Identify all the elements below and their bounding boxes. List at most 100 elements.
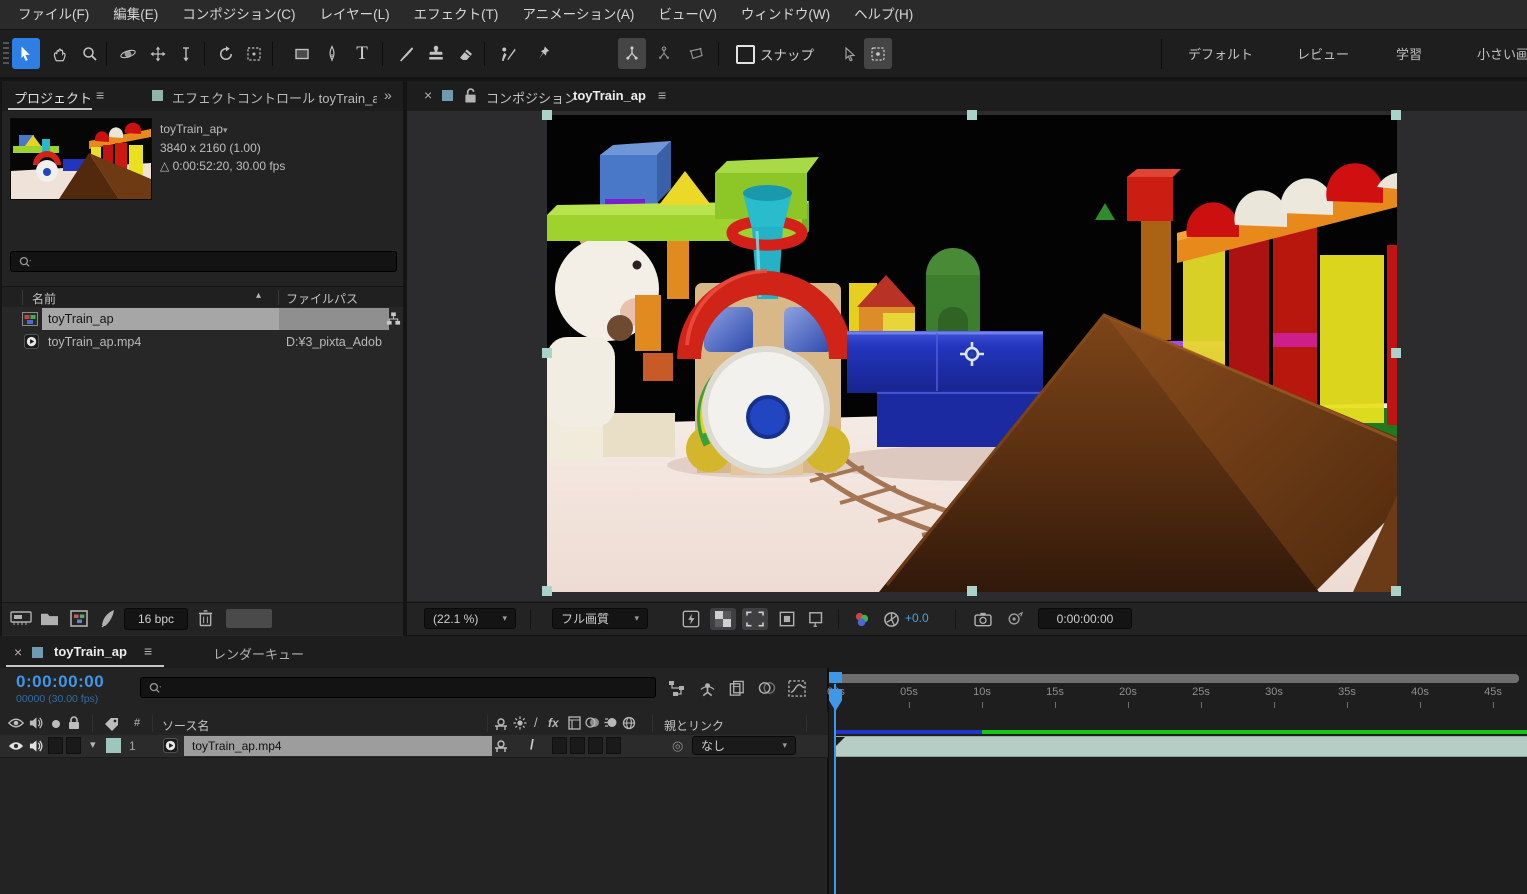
project-search-box[interactable] <box>10 251 397 272</box>
motion-blur-column-icon[interactable] <box>604 716 618 729</box>
eraser-tool[interactable] <box>452 38 480 69</box>
selection-handle[interactable] <box>1391 110 1401 120</box>
magnification-dropdown[interactable]: (22.1 %) ▾ <box>424 608 516 629</box>
column-parent-link[interactable]: 親とリンク <box>664 717 724 734</box>
layer-shy-toggle[interactable] <box>494 738 508 753</box>
menu-animation[interactable]: アニメーション(A) <box>510 0 646 30</box>
resolution-dropdown[interactable]: フル画質 ▾ <box>552 608 648 629</box>
3d-layer-column-icon[interactable] <box>622 716 636 730</box>
snapshot-button[interactable] <box>970 608 996 630</box>
clone-stamp-tool[interactable] <box>422 38 450 69</box>
draft-3d-button[interactable] <box>694 677 720 699</box>
layer-duration-bar[interactable] <box>836 736 1527 757</box>
type-tool[interactable]: T <box>348 38 376 69</box>
menu-file[interactable]: ファイル(F) <box>6 0 101 30</box>
layer-solo-toggle[interactable] <box>48 737 63 754</box>
mask-visibility-button[interactable] <box>774 608 800 630</box>
parent-dropdown[interactable]: なし ▾ <box>692 736 796 755</box>
guides-grid-options-button[interactable] <box>804 608 830 630</box>
comp-tab-name[interactable]: toyTrain_ap <box>573 88 646 103</box>
column-filepath[interactable]: ファイルパス <box>286 290 358 307</box>
shy-icon[interactable] <box>494 716 508 731</box>
sort-ascending-icon[interactable]: ▴ <box>256 290 261 301</box>
layer-motion-blur-toggle[interactable] <box>588 737 603 754</box>
layer-quality-toggle[interactable]: / <box>530 736 534 752</box>
playhead-line[interactable] <box>834 684 836 894</box>
brush-tool[interactable] <box>392 38 420 69</box>
snap-label[interactable]: スナップ <box>760 44 814 64</box>
selection-handle[interactable] <box>542 348 552 358</box>
timeline-tab-close-icon[interactable]: × <box>14 644 22 660</box>
flowchart-icon[interactable] <box>386 311 401 327</box>
audio-icon[interactable] <box>29 716 43 730</box>
comp-tab-close-icon[interactable]: × <box>424 87 432 103</box>
menu-composition[interactable]: コンポジション(C) <box>170 0 307 30</box>
tab-timeline-comp[interactable]: toyTrain_ap <box>54 644 127 659</box>
layer-row[interactable]: ▾ 1 toyTrain_ap.mp4 / ◎ なし ▾ <box>0 735 828 758</box>
comp-tab-label[interactable]: コンポジション <box>486 88 577 107</box>
project-footer-button[interactable] <box>226 609 272 628</box>
fast-preview-button[interactable] <box>678 608 704 630</box>
comp-mini-flowchart-button[interactable] <box>664 677 690 699</box>
selection-tool[interactable] <box>12 38 40 69</box>
tab-effect-controls[interactable]: エフェクトコントロール toyTrain_ap. <box>172 88 377 107</box>
column-source-name[interactable]: ソース名 <box>162 717 209 734</box>
project-search-input[interactable] <box>45 253 394 270</box>
layer-label-color[interactable] <box>106 738 121 753</box>
workspace-tab-small-screen[interactable]: 小さい画 <box>1477 44 1527 63</box>
gpu-info-icon[interactable] <box>10 611 34 627</box>
tab-render-queue[interactable]: レンダーキュー <box>213 644 304 663</box>
menu-window[interactable]: ウィンドウ(W) <box>729 0 842 30</box>
preview-time-display[interactable]: 0:00:00:00 <box>1038 608 1132 629</box>
project-panel-menu-icon[interactable]: ≡ <box>96 87 104 103</box>
region-of-interest-button[interactable] <box>742 608 768 630</box>
timeline-track-area[interactable] <box>829 668 1527 894</box>
new-folder-icon[interactable] <box>40 610 59 627</box>
selection-handle[interactable] <box>967 586 977 596</box>
layer-number-column-icon[interactable]: # <box>134 717 140 729</box>
puppet-advanced-pin[interactable] <box>650 38 678 69</box>
snap-checkbox[interactable] <box>736 45 755 64</box>
comp-panel-menu-icon[interactable]: ≡ <box>658 87 666 103</box>
layer-lock-toggle[interactable] <box>66 737 81 754</box>
camera-tool[interactable] <box>240 38 268 69</box>
graph-editor-button[interactable] <box>784 677 810 699</box>
transparency-grid-button[interactable] <box>710 608 736 630</box>
zoom-tool[interactable] <box>76 38 104 69</box>
shared-view-tool[interactable] <box>836 38 864 69</box>
anchor-point-icon[interactable] <box>959 341 985 367</box>
puppet-position-pin[interactable] <box>618 38 646 69</box>
pan-camera-tool[interactable] <box>144 38 172 69</box>
lock-icon[interactable] <box>68 716 80 730</box>
column-name[interactable]: 名前 <box>32 290 56 307</box>
playhead-top-handle[interactable] <box>829 672 842 683</box>
layer-frame-blend-toggle[interactable] <box>570 737 585 754</box>
menu-layer[interactable]: レイヤー(L) <box>308 0 402 30</box>
layer-visibility-eye-icon[interactable] <box>8 740 24 752</box>
layer-audio-icon[interactable] <box>29 739 43 753</box>
frame-blending-button[interactable] <box>724 677 750 699</box>
info-dropdown-icon[interactable]: ▾ <box>223 125 228 135</box>
rotation-tool[interactable] <box>212 38 240 69</box>
adjustment-icon[interactable] <box>99 609 117 628</box>
tab-overflow-icon[interactable]: » <box>384 87 392 103</box>
parent-pickwhip-icon[interactable]: ◎ <box>672 738 683 754</box>
selection-handle[interactable] <box>967 110 977 120</box>
solo-icon[interactable] <box>52 720 60 728</box>
menu-view[interactable]: ビュー(V) <box>646 0 729 30</box>
bit-depth-button[interactable]: 16 bpc <box>124 608 188 630</box>
selection-handle[interactable] <box>1391 586 1401 596</box>
selection-handle[interactable] <box>542 586 552 596</box>
channel-button[interactable] <box>848 608 874 630</box>
quality-column-icon[interactable]: / <box>534 715 538 730</box>
dolly-camera-tool[interactable] <box>172 38 200 69</box>
frame-blend-column-icon[interactable] <box>585 716 600 729</box>
workspace-tab-default[interactable]: デフォルト <box>1188 44 1253 63</box>
effects-column-icon[interactable] <box>568 716 581 730</box>
timeline-search-box[interactable] <box>140 677 656 698</box>
puppet-mesh-tool[interactable] <box>682 38 710 69</box>
timeline-search-input[interactable] <box>175 679 653 696</box>
rectangle-tool[interactable] <box>288 38 316 69</box>
selection-handle[interactable] <box>542 110 552 120</box>
layer-3d-toggle[interactable] <box>606 737 621 754</box>
